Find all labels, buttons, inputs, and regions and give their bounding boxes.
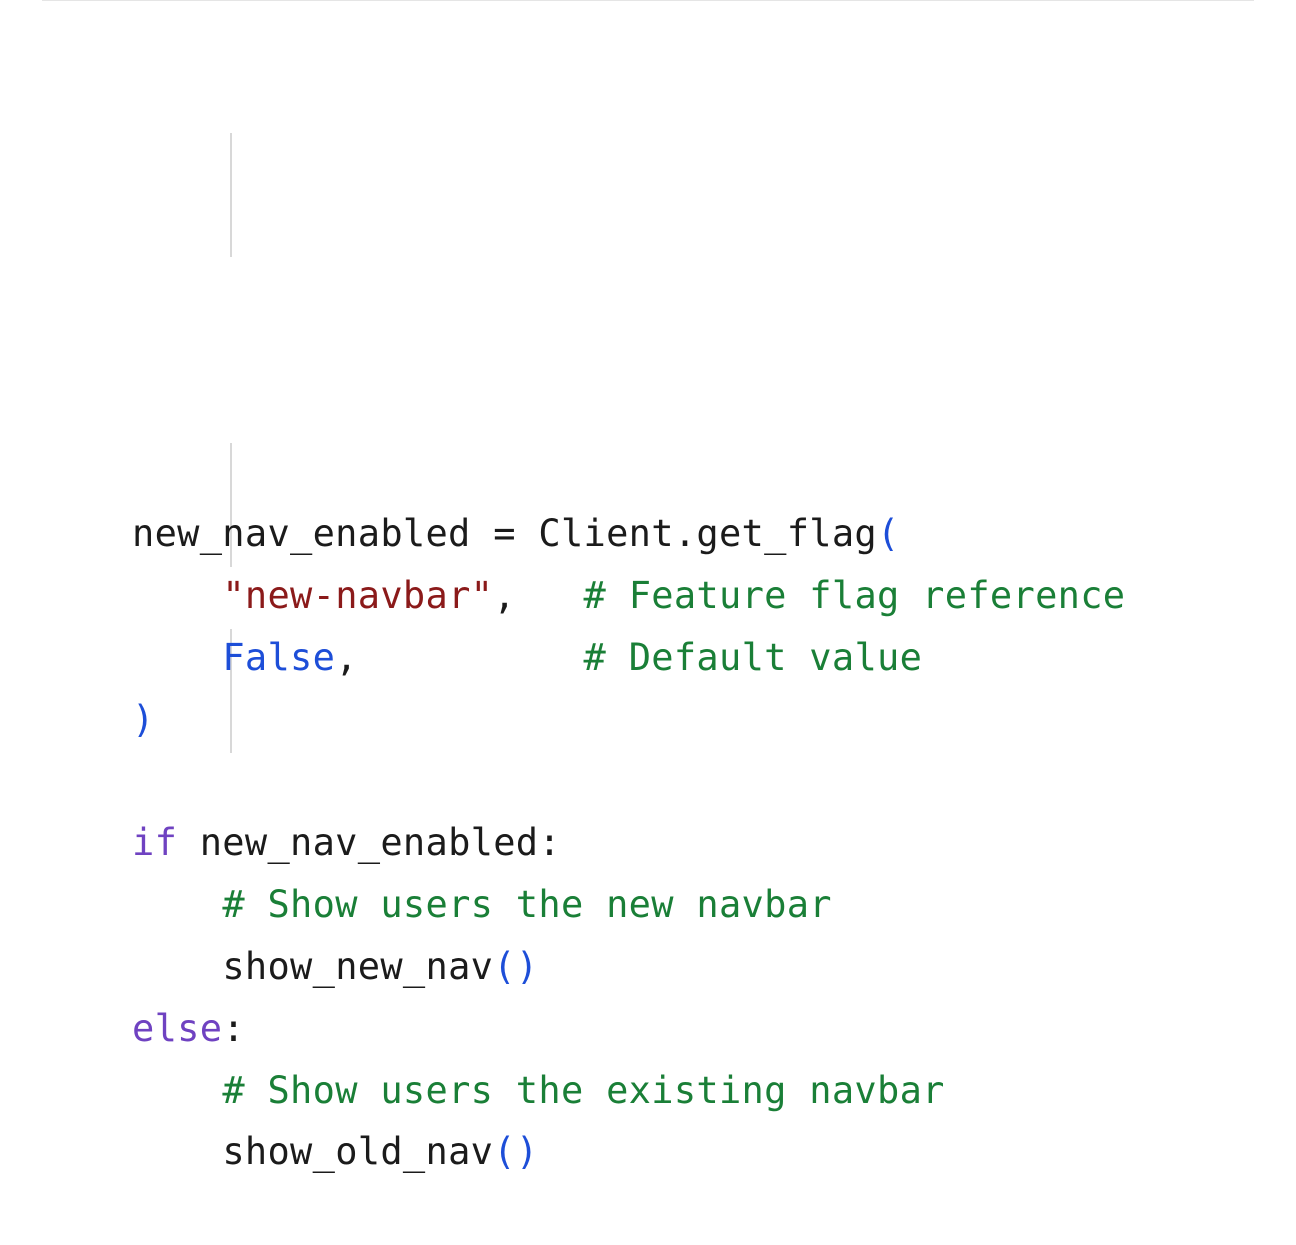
method-name: get_flag (696, 512, 877, 555)
keyword-else: else (132, 1007, 222, 1050)
code-line-1: new_nav_enabled = Client.get_flag( (132, 512, 900, 555)
paren-close: ) (516, 1130, 539, 1173)
function-call: show_old_nav (222, 1130, 493, 1173)
comma: , (335, 636, 358, 679)
identifier: new_nav_enabled (132, 512, 493, 555)
dot: . (674, 512, 697, 555)
comment: # Default value (584, 636, 923, 679)
indent-guide (230, 133, 232, 257)
code-line-7: # Show users the new navbar (222, 883, 832, 926)
code-line-4: ) (132, 698, 155, 741)
identifier: Client (516, 512, 674, 555)
comment: # Feature flag reference (584, 574, 1126, 617)
paren-open: ( (877, 512, 900, 555)
paren-close: ) (132, 698, 155, 741)
colon: : (222, 1007, 245, 1050)
code-line-6: if new_nav_enabled: (132, 821, 561, 864)
comma: , (493, 574, 516, 617)
paren-open: ( (493, 1130, 516, 1173)
code-line-3: False, # Default value (222, 636, 922, 679)
code-snippet: new_nav_enabled = Client.get_flag( "new-… (42, 0, 1254, 1245)
paren-close: ) (516, 945, 539, 988)
whitespace (516, 574, 584, 617)
colon: : (538, 821, 561, 864)
comment: # Show users the new navbar (222, 883, 832, 926)
paren-open: ( (493, 945, 516, 988)
code-line-2: "new-navbar", # Feature flag reference (222, 574, 1125, 617)
keyword-if: if (132, 821, 177, 864)
code-line-9: else: (132, 1007, 245, 1050)
identifier: new_nav_enabled (177, 821, 538, 864)
function-call: show_new_nav (222, 945, 493, 988)
code-line-11: show_old_nav() (222, 1130, 538, 1173)
whitespace (358, 636, 584, 679)
operator-equals: = (493, 512, 516, 555)
comment: # Show users the existing navbar (222, 1069, 944, 1112)
code-line-10: # Show users the existing navbar (222, 1069, 944, 1112)
code-text: new_nav_enabled = Client.get_flag( "new-… (132, 503, 1254, 1183)
code-line-8: show_new_nav() (222, 945, 538, 988)
string-literal: "new-navbar" (222, 574, 493, 617)
constant-false: False (222, 636, 335, 679)
